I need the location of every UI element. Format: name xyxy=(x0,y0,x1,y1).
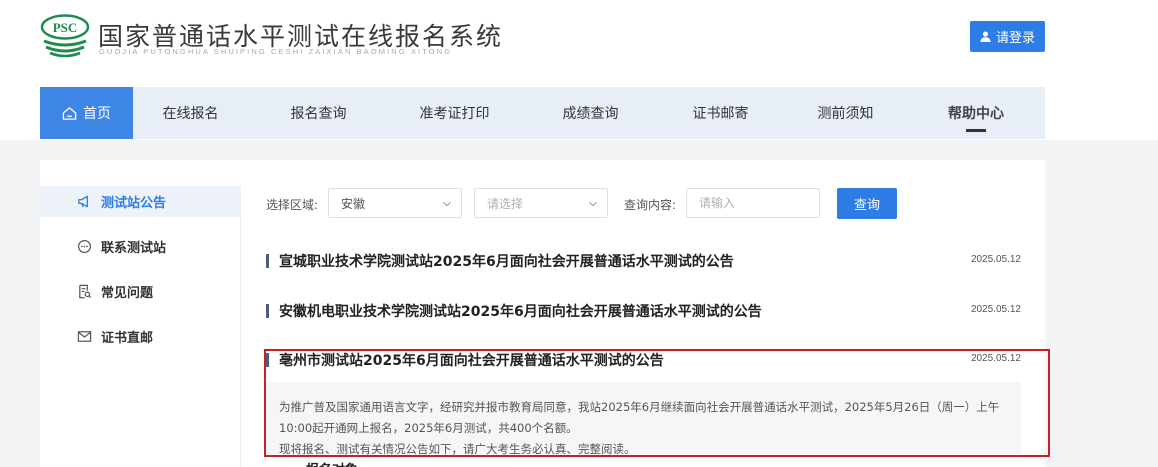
city-select[interactable]: 请选择 xyxy=(474,188,608,218)
site-subtitle: GUOJIA PUTONGHUA SHUIPING CESHI ZAIXIAN … xyxy=(99,47,453,56)
sidebar: 测试站公告 联系测试站 常见问题 证书直邮 xyxy=(40,186,241,467)
notice-date: 2025.05.12 xyxy=(970,304,1021,315)
region-label: 选择区域: xyxy=(266,198,319,212)
sidebar-item-label: 测试站公告 xyxy=(101,196,167,211)
sidebar-item-certificate-mail[interactable]: 证书直邮 xyxy=(40,321,241,352)
sidebar-item-announcements[interactable]: 测试站公告 xyxy=(40,186,241,217)
excerpt-line: 10:00起开通网上报名，2025年6月测试，共400个名额。 xyxy=(279,421,578,435)
notice-item[interactable]: 亳州市测试站2025年6月面向社会开展普通话水平测试的公告 2025.05.12 xyxy=(266,348,1021,372)
notice-marker xyxy=(266,304,269,318)
sidebar-item-label: 联系测试站 xyxy=(101,241,167,256)
notice-title[interactable]: 宣城职业技术学院测试站2025年6月面向社会开展普通话水平测试的公告 xyxy=(279,251,734,271)
sidebar-item-label: 证书直邮 xyxy=(101,331,154,346)
notice-date: 2025.05.12 xyxy=(970,353,1021,364)
home-icon xyxy=(62,106,77,120)
province-select-value: 安徽 xyxy=(341,196,366,211)
main-nav: 首页 在线报名 报名查询 准考证打印 成绩查询 证书邮寄 测前须知 帮助中心 xyxy=(40,87,1045,139)
city-select-placeholder: 请选择 xyxy=(487,196,524,211)
document-search-icon xyxy=(79,284,92,299)
query-input[interactable] xyxy=(686,188,820,218)
excerpt-line: 为推广普及国家通用语言文字，经研究并报市教育局同意，我站2025年6月继续面向社… xyxy=(279,400,1000,414)
login-button[interactable]: 请登录 xyxy=(970,21,1045,52)
nav-help-center[interactable]: 帮助中心 xyxy=(911,87,1041,139)
nav-score-query[interactable]: 成绩查询 xyxy=(520,87,661,139)
sidebar-item-contact[interactable]: 联系测试站 xyxy=(40,231,241,262)
notice-item[interactable]: 宣城职业技术学院测试站2025年6月面向社会开展普通话水平测试的公告 2025.… xyxy=(266,249,1021,273)
psc-logo[interactable]: PSC xyxy=(40,14,90,58)
login-label: 请登录 xyxy=(995,31,1035,46)
notice-title[interactable]: 安徽机电职业技术学院测试站2025年6月面向社会开展普通话水平测试的公告 xyxy=(279,301,762,321)
nav-pretest-notice[interactable]: 测前须知 xyxy=(780,87,911,139)
mail-icon xyxy=(77,331,92,342)
notice-marker xyxy=(266,353,269,367)
megaphone-icon xyxy=(78,195,88,208)
section-heading: 一、报名对象 xyxy=(280,459,358,467)
content-card: 测试站公告 联系测试站 常见问题 证书直邮 选择区域: 安徽 请选择 查询内容:… xyxy=(40,160,1050,467)
nav-home[interactable]: 首页 xyxy=(40,87,133,139)
site-header: PSC 国家普通话水平测试在线报名系统 GUOJIA PUTONGHUA SHU… xyxy=(0,0,1158,140)
notice-date: 2025.05.12 xyxy=(970,254,1021,265)
excerpt-line: 现将报名、测试有关情况公告如下，请广大考生务必认真、完整阅读。 xyxy=(279,442,636,456)
chat-icon xyxy=(77,239,92,254)
user-icon xyxy=(980,31,991,42)
svg-text:PSC: PSC xyxy=(53,20,78,35)
notice-item[interactable]: 安徽机电职业技术学院测试站2025年6月面向社会开展普通话水平测试的公告 202… xyxy=(266,299,1021,323)
nav-active-underline xyxy=(966,129,986,132)
query-button[interactable]: 查询 xyxy=(837,188,897,219)
nav-certificate-mail[interactable]: 证书邮寄 xyxy=(661,87,780,139)
notice-marker xyxy=(266,254,269,268)
province-select[interactable]: 安徽 xyxy=(328,188,462,218)
sidebar-item-label: 常见问题 xyxy=(101,286,154,301)
nav-online-register[interactable]: 在线报名 xyxy=(133,87,248,139)
nav-help-center-label: 帮助中心 xyxy=(948,106,1004,122)
notice-title[interactable]: 亳州市测试站2025年6月面向社会开展普通话水平测试的公告 xyxy=(279,350,664,370)
sidebar-item-faq[interactable]: 常见问题 xyxy=(40,276,241,307)
nav-home-label: 首页 xyxy=(83,106,111,122)
chevron-down-icon xyxy=(443,201,451,207)
query-content-label: 查询内容: xyxy=(624,198,677,212)
chevron-down-icon xyxy=(589,201,597,207)
nav-admission-print[interactable]: 准考证打印 xyxy=(389,87,520,139)
notice-excerpt: 为推广普及国家通用语言文字，经研究并报市教育局同意，我站2025年6月继续面向社… xyxy=(266,382,1021,456)
nav-register-query[interactable]: 报名查询 xyxy=(248,87,389,139)
